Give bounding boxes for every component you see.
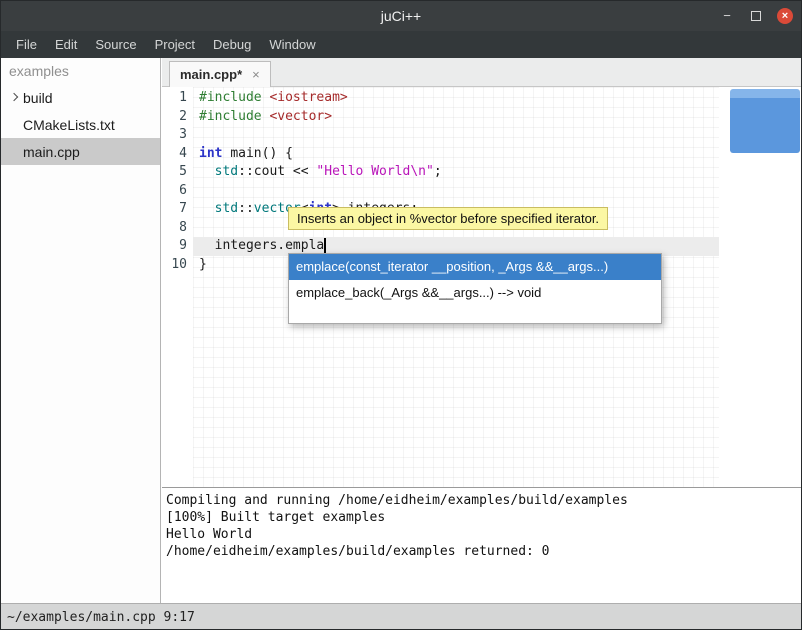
window-title: juCi++ (381, 8, 421, 24)
code-line[interactable] (193, 126, 719, 145)
console-line: [100%] Built target examples (166, 509, 799, 526)
tree-item-label: CMakeLists.txt (23, 117, 115, 133)
line-number-gutter: 1 2 3 4 5 6 7 8 9 10 (162, 89, 193, 274)
close-icon[interactable]: × (777, 8, 793, 24)
autocomplete-popup: emplace(const_iterator __position, _Args… (288, 253, 662, 324)
file-tree-panel: examples build CMakeLists.txt main.cpp (1, 58, 161, 603)
tab-maincpp[interactable]: main.cpp* × (169, 61, 271, 87)
minimize-icon[interactable]: − (719, 8, 735, 24)
tree-item-maincpp[interactable]: main.cpp (1, 138, 160, 165)
console-line: Compiling and running /home/eidheim/exam… (166, 492, 799, 509)
menu-edit[interactable]: Edit (46, 33, 86, 56)
statusbar: ~/examples/main.cpp 9:17 (1, 603, 801, 630)
tree-item-cmakelists[interactable]: CMakeLists.txt (1, 111, 160, 138)
line-number: 9 (162, 237, 193, 256)
code-line[interactable]: std::cout << "Hello World\n"; (193, 163, 719, 182)
completion-doc-tooltip: Inserts an object in %vector before spec… (288, 207, 608, 230)
code-editor[interactable]: 1 2 3 4 5 6 7 8 9 10 #include <iostream>… (162, 87, 802, 487)
autocomplete-item-emplace-back[interactable]: emplace_back(_Args &&__args...) --> void (289, 280, 661, 306)
menubar: File Edit Source Project Debug Window (1, 31, 801, 58)
editor-scrollbar-thumb[interactable] (730, 89, 800, 153)
line-number: 5 (162, 163, 193, 182)
line-number: 8 (162, 219, 193, 238)
project-folder-label: examples (1, 58, 160, 84)
line-number: 2 (162, 108, 193, 127)
titlebar[interactable]: juCi++ − × (1, 1, 801, 31)
window-controls: − × (719, 1, 793, 31)
line-number: 10 (162, 256, 193, 275)
expander-icon[interactable] (10, 92, 20, 102)
menu-file[interactable]: File (7, 33, 46, 56)
console-line: /home/eidheim/examples/build/examples re… (166, 543, 799, 560)
line-number: 4 (162, 145, 193, 164)
code-line[interactable]: #include <iostream> (193, 89, 719, 108)
menu-debug[interactable]: Debug (204, 33, 260, 56)
menu-project[interactable]: Project (146, 33, 204, 56)
code-line[interactable]: int main() { (193, 145, 719, 164)
line-number: 1 (162, 89, 193, 108)
autocomplete-item-emplace[interactable]: emplace(const_iterator __position, _Args… (289, 254, 661, 280)
console-line: Hello World (166, 526, 799, 543)
code-line[interactable] (193, 182, 719, 201)
line-number: 7 (162, 200, 193, 219)
menu-source[interactable]: Source (86, 33, 145, 56)
line-number: 3 (162, 126, 193, 145)
app-window: juCi++ − × File Edit Source Project Debu… (0, 0, 802, 630)
tab-close-icon[interactable]: × (252, 67, 260, 82)
code-text[interactable]: #include <iostream> #include <vector> in… (193, 89, 719, 274)
tree-item-build[interactable]: build (1, 84, 160, 111)
statusbar-file-position: ~/examples/main.cpp 9:17 (7, 610, 195, 625)
code-line[interactable]: #include <vector> (193, 108, 719, 127)
tree-item-label: build (23, 90, 53, 106)
main-area: main.cpp* × 1 2 3 4 5 6 7 8 9 10 #includ… (162, 58, 802, 603)
tab-label: main.cpp* (180, 67, 242, 82)
tabbar: main.cpp* × (162, 58, 802, 87)
maximize-icon[interactable] (748, 8, 764, 24)
menu-window[interactable]: Window (260, 33, 324, 56)
line-number: 6 (162, 182, 193, 201)
build-output-console[interactable]: Compiling and running /home/eidheim/exam… (162, 487, 802, 603)
tree-item-label: main.cpp (23, 144, 80, 160)
